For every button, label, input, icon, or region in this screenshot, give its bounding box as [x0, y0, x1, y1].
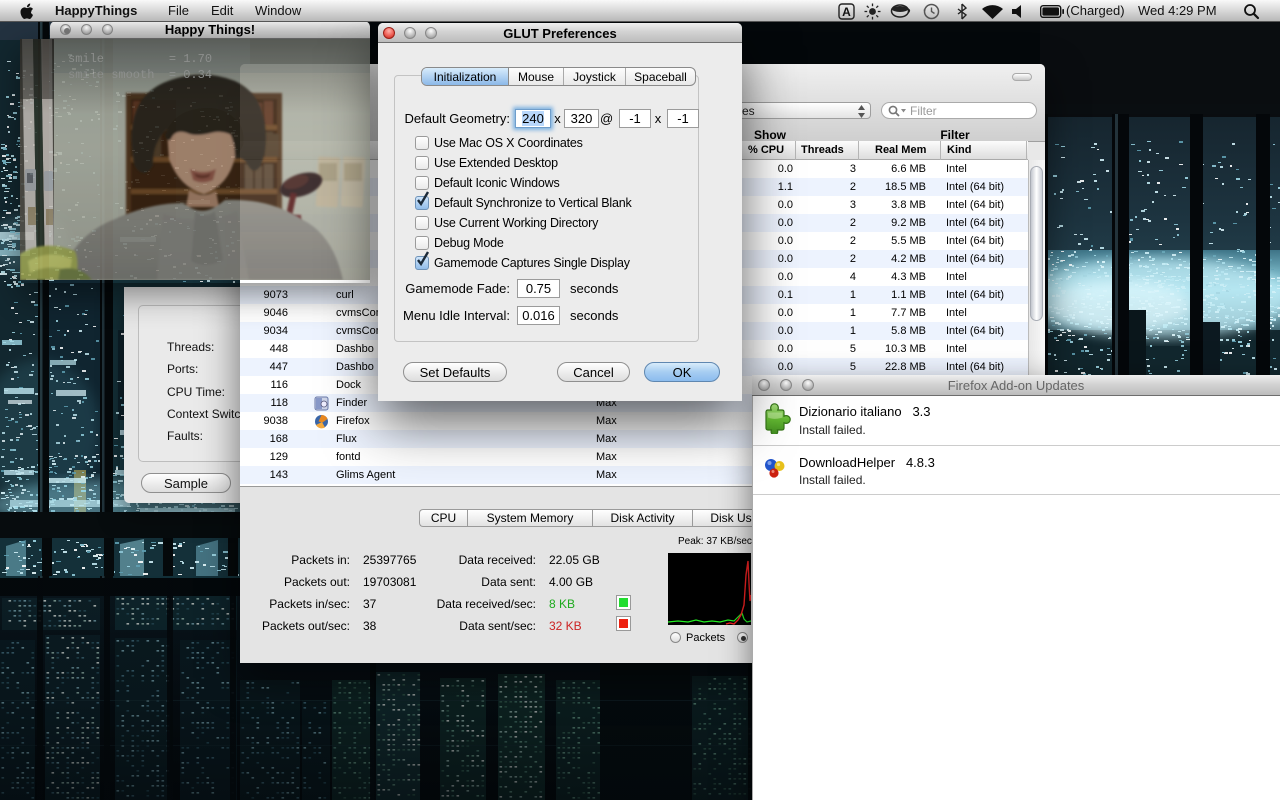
svg-text:A: A: [842, 5, 851, 19]
